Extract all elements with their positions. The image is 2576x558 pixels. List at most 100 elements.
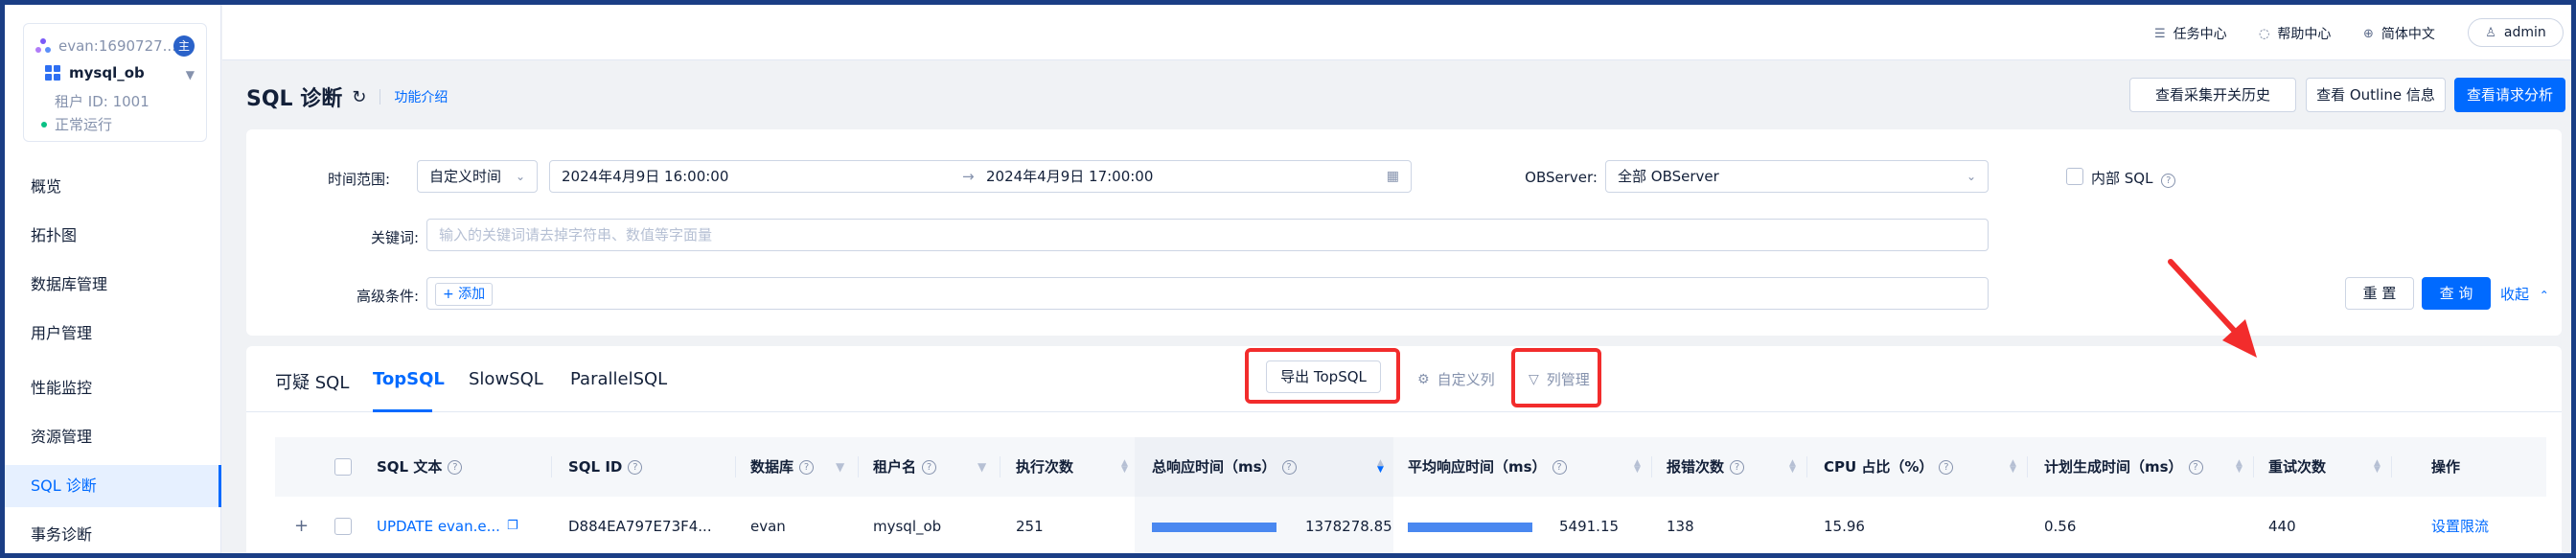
total-resp-bar bbox=[1152, 523, 1276, 532]
help-center-link[interactable]: ◌ 帮助中心 bbox=[2259, 24, 2331, 43]
cluster-icon bbox=[35, 38, 51, 54]
sort-icon[interactable]: ▲ ▼ bbox=[1634, 437, 1641, 475]
filter-icon[interactable]: ▼ bbox=[836, 437, 844, 497]
sort-icon[interactable]: ▲ ▼ bbox=[2236, 437, 2242, 475]
chevron-down-icon[interactable]: ▼ bbox=[186, 68, 195, 81]
tab-suspicious-sql[interactable]: 可疑 SQL bbox=[275, 369, 349, 394]
calendar-icon: ▦ bbox=[1386, 169, 1399, 184]
sidebar-item-topology[interactable]: 拓扑图 bbox=[5, 215, 221, 257]
result-panel: 可疑 SQL TopSQL SlowSQL ParallelSQL 导出 Top… bbox=[246, 259, 2562, 553]
bulb-icon: ◌ bbox=[2259, 26, 2270, 41]
avg-resp-bar bbox=[1408, 523, 1532, 532]
col-sql-id: SQL ID? bbox=[568, 437, 643, 497]
help-icon: ? bbox=[1939, 460, 1954, 475]
filter-icon[interactable]: ▼ bbox=[978, 437, 986, 497]
custom-columns-label: 自定义列 bbox=[1437, 371, 1495, 388]
tab-topsql[interactable]: TopSQL bbox=[373, 369, 445, 389]
time-range-label: 时间范围: bbox=[327, 171, 390, 188]
primary-badge: 主 bbox=[173, 35, 195, 57]
app-frame: evan:1690727... 主 mysql_ob ▼ 租户 ID: 1001… bbox=[5, 5, 2571, 553]
sidebar-item-resources[interactable]: 资源管理 bbox=[5, 416, 221, 458]
collapse-link[interactable]: 收起 ⌃ bbox=[2500, 284, 2549, 304]
sidebar-item-sql-diagnosis[interactable]: SQL 诊断 bbox=[5, 465, 221, 507]
time-end: 2024年4月9日 17:00:00 bbox=[986, 168, 1154, 185]
copy-icon[interactable]: ❐ bbox=[507, 497, 518, 553]
refresh-icon[interactable]: ↻ bbox=[352, 87, 366, 107]
total-resp-cell: 1378278.85 bbox=[1305, 518, 1392, 535]
tenant-switcher[interactable]: evan:1690727... 主 mysql_ob ▼ 租户 ID: 1001… bbox=[23, 23, 207, 142]
add-condition-button[interactable]: + 添加 bbox=[435, 283, 494, 306]
errors-cell: 138 bbox=[1667, 518, 1694, 535]
sort-desc-icon[interactable]: ▲ ▼ bbox=[1377, 437, 1384, 475]
list-icon: ☰ bbox=[2154, 26, 2166, 41]
sidebar-item-overview[interactable]: 概览 bbox=[5, 166, 221, 208]
language-switcher[interactable]: ⊕ 简体中文 bbox=[2363, 24, 2435, 43]
time-mode-select[interactable]: 自定义时间 ⌄ bbox=[417, 160, 538, 193]
sidebar-item-database[interactable]: 数据库管理 bbox=[5, 264, 221, 306]
task-center-link[interactable]: ☰ 任务中心 bbox=[2154, 24, 2227, 43]
col-exec-count: 执行次数 bbox=[1016, 458, 1074, 476]
request-analysis-button[interactable]: 查看请求分析 bbox=[2454, 78, 2565, 112]
sort-icon[interactable]: ▲ ▼ bbox=[1789, 437, 1796, 475]
query-button[interactable]: 查 询 bbox=[2422, 277, 2491, 310]
sql-text-link[interactable]: UPDATE evan.e... bbox=[377, 497, 500, 553]
internal-sql-label: 内部 SQL ? bbox=[2091, 168, 2176, 188]
row-checkbox[interactable] bbox=[334, 518, 352, 535]
gear-icon: ⚙ bbox=[1417, 371, 1430, 387]
sort-icon[interactable]: ▲ ▼ bbox=[1121, 437, 1128, 475]
language-label: 简体中文 bbox=[2380, 27, 2435, 42]
sidebar-item-users[interactable]: 用户管理 bbox=[5, 313, 221, 355]
help-icon: ? bbox=[922, 460, 937, 475]
avg-resp-cell: 5491.15 bbox=[1559, 518, 1620, 535]
active-tab-indicator bbox=[373, 409, 432, 412]
column-separator bbox=[1651, 456, 1652, 477]
collection-history-button[interactable]: 查看采集开关历史 bbox=[2129, 78, 2296, 112]
keyword-placeholder: 输入的关键词请去掉字符串、数值等字面量 bbox=[439, 226, 713, 244]
tab-slowsql[interactable]: SlowSQL bbox=[469, 369, 543, 389]
custom-columns-action[interactable]: ⚙ 自定义列 bbox=[1417, 369, 1495, 389]
keyword-label: 关键词: bbox=[370, 229, 419, 246]
internal-sql-checkbox[interactable] bbox=[2066, 168, 2083, 185]
tab-parallelsql[interactable]: ParallelSQL bbox=[570, 369, 667, 389]
user-menu[interactable]: ♙ admin bbox=[2468, 18, 2564, 47]
reset-button[interactable]: 重 置 bbox=[2345, 277, 2414, 310]
chevron-down-icon: ⌄ bbox=[515, 170, 525, 183]
sort-icon[interactable]: ▲ ▼ bbox=[2374, 437, 2380, 475]
expand-row-icon[interactable]: + bbox=[294, 497, 309, 553]
chevron-down-icon: ⌄ bbox=[1966, 170, 1976, 183]
sidebar-item-monitoring[interactable]: 性能监控 bbox=[5, 367, 221, 409]
column-separator bbox=[551, 456, 552, 477]
keyword-input[interactable]: 输入的关键词请去掉字符串、数值等字面量 bbox=[426, 219, 1989, 251]
tenant-status-text: 正常运行 bbox=[55, 116, 113, 133]
advanced-conditions: + 添加 bbox=[426, 277, 1989, 310]
outline-info-button[interactable]: 查看 Outline 信息 bbox=[2306, 78, 2446, 112]
col-database: 数据库? bbox=[750, 437, 815, 497]
intro-link[interactable]: 功能介绍 bbox=[394, 87, 448, 106]
column-separator bbox=[2027, 456, 2028, 477]
col-total-resp: 总响应时间（ms）? bbox=[1152, 437, 1297, 497]
col-avg-resp: 平均响应时间（ms）? bbox=[1408, 437, 1567, 497]
collapse-label: 收起 bbox=[2500, 286, 2530, 303]
col-retries: 重试次数 bbox=[2268, 458, 2327, 476]
column-separator bbox=[858, 456, 859, 477]
column-manage-action[interactable]: ▽ 列管理 bbox=[1529, 369, 1590, 389]
observer-value: 全部 OBServer bbox=[1618, 168, 1719, 185]
select-all-checkbox[interactable] bbox=[334, 458, 352, 476]
table-row: + UPDATE evan.e... ❐ D884EA797E73F4... e… bbox=[275, 497, 2546, 553]
chevron-up-icon: ⌃ bbox=[2539, 289, 2549, 302]
export-topsql-button[interactable]: 导出 TopSQL bbox=[1266, 360, 1381, 393]
internal-sql-text: 内部 SQL bbox=[2091, 170, 2153, 187]
sort-icon[interactable]: ▲ ▼ bbox=[2010, 437, 2016, 475]
column-separator bbox=[2391, 456, 2392, 477]
user-icon: ♙ bbox=[2485, 25, 2496, 40]
sidebar-item-transaction[interactable]: 事务诊断 bbox=[5, 514, 221, 553]
help-icon: ? bbox=[448, 460, 463, 475]
sidebar: evan:1690727... 主 mysql_ob ▼ 租户 ID: 1001… bbox=[5, 5, 221, 553]
annotation-arrow bbox=[2168, 259, 2257, 358]
observer-select[interactable]: 全部 OBServer ⌄ bbox=[1605, 160, 1989, 193]
time-range-picker[interactable]: 2024年4月9日 16:00:00 → 2024年4月9日 17:00:00 … bbox=[549, 160, 1412, 193]
set-throttle-link[interactable]: 设置限流 bbox=[2431, 497, 2489, 553]
tenant-user-row: evan:1690727... bbox=[35, 37, 176, 55]
help-icon: ? bbox=[1281, 460, 1297, 475]
observer-label: OBServer: bbox=[1525, 169, 1598, 186]
